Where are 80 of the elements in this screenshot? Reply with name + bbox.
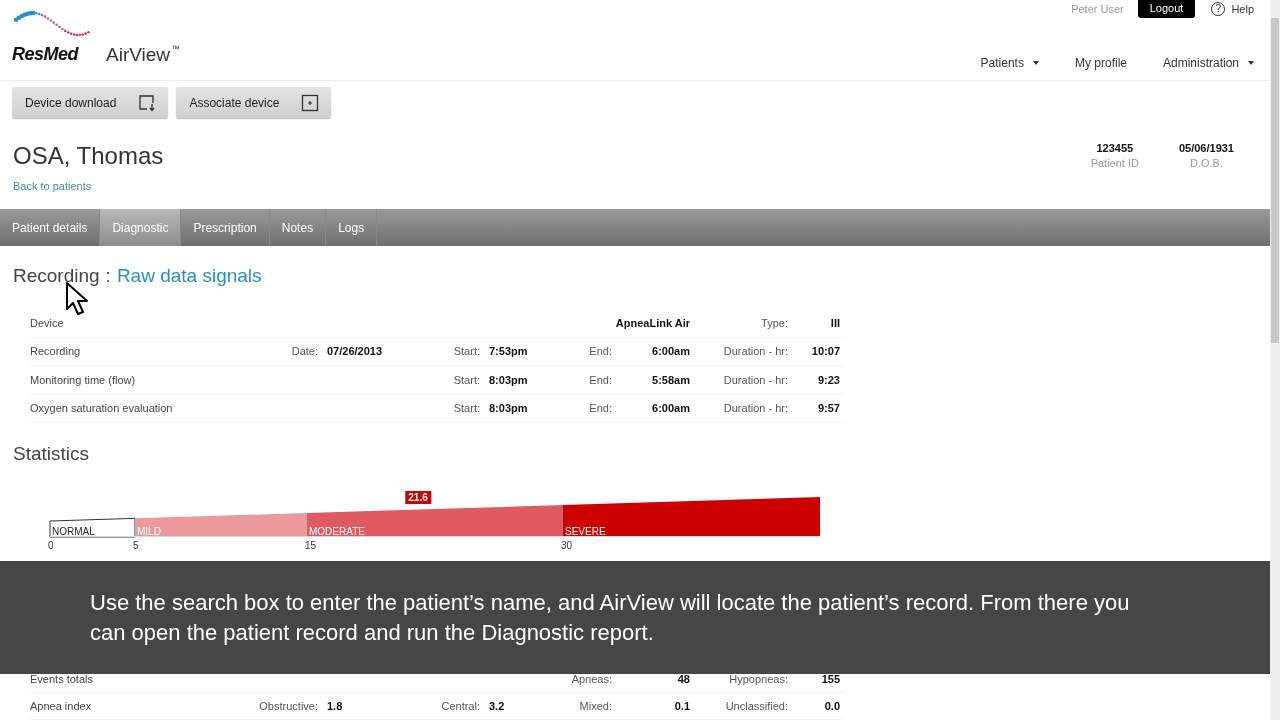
- field-label: Apneas:: [570, 673, 612, 685]
- field-value: 07/26/2013: [327, 345, 383, 358]
- field-label: Date:: [290, 345, 318, 358]
- separator-text: :: [105, 265, 111, 287]
- patient-name: OSA, Thomas: [13, 142, 164, 170]
- action-button[interactable]: Device download: [12, 87, 169, 118]
- field-value: 9:57: [817, 402, 840, 415]
- field-label: Obstructive:: [258, 700, 318, 712]
- band-label: MILD: [137, 526, 161, 537]
- scrollbar[interactable]: [1270, 0, 1280, 720]
- row-label: Device: [30, 316, 65, 329]
- field-value: 0.1: [674, 700, 690, 712]
- caret-icon[interactable]: [1032, 61, 1039, 65]
- field-value: ApneaLink Air: [615, 316, 690, 329]
- row-label: Oxygen saturation evaluation: [30, 402, 174, 415]
- action-button[interactable]: Associate device: [176, 87, 332, 118]
- band-label: MODERATE: [309, 526, 365, 537]
- field-value: 7:53pm: [489, 345, 528, 358]
- field-value: 8:03pm: [489, 373, 528, 386]
- plus-box-icon: [301, 93, 320, 112]
- fact-value: 05/06/1931: [1178, 142, 1234, 154]
- field-value: III: [830, 316, 840, 329]
- scale-tick: 5: [133, 540, 139, 551]
- nav-menu-item[interactable]: Administration: [1162, 56, 1239, 70]
- section-title: Recording: [13, 265, 100, 287]
- fact-value: 123455: [1096, 142, 1134, 154]
- field-value: 0.0: [824, 700, 840, 712]
- brand-logo: ResMed: [12, 44, 79, 65]
- field-value: 5:58am: [652, 373, 690, 386]
- tab[interactable]: Prescription: [181, 209, 270, 246]
- field-value: 6:00am: [652, 345, 690, 358]
- row-label: Monitoring time (flow): [30, 373, 137, 386]
- section-title: Statistics: [13, 443, 91, 465]
- tab[interactable]: Logs: [326, 209, 378, 246]
- field-value: 155: [821, 673, 840, 685]
- download-icon: [138, 93, 157, 112]
- product-name: AirView: [106, 44, 171, 66]
- field-value: 8:03pm: [489, 402, 528, 415]
- field-label: Duration - hr:: [722, 373, 788, 386]
- band-label: SEVERE: [565, 526, 606, 537]
- field-label: Duration - hr:: [722, 402, 788, 415]
- field-label: Start:: [452, 402, 480, 415]
- band-label: NORMAL: [52, 526, 95, 537]
- row-label: Events totals: [30, 673, 94, 685]
- nav-menu-item[interactable]: Patients: [980, 56, 1024, 70]
- help-link[interactable]: Help: [1231, 3, 1254, 15]
- field-label: Unclassified:: [724, 700, 788, 712]
- field-value: 1.8: [327, 700, 343, 712]
- back-to-patients-link[interactable]: Back to patients: [13, 180, 92, 192]
- field-label: Central:: [440, 700, 480, 712]
- nav-menu-item[interactable]: My profile: [1074, 56, 1127, 70]
- field-value: 6:00am: [652, 402, 690, 415]
- field-value: 9:23: [817, 373, 840, 386]
- fact-label: D.O.B.: [1189, 157, 1223, 169]
- logout-button[interactable]: Logout: [1137, 0, 1196, 18]
- field-label: Start:: [452, 345, 480, 358]
- field-label: End:: [588, 373, 612, 386]
- field-label: Hypopneas:: [728, 673, 788, 685]
- row-label: Apnea index: [30, 700, 93, 712]
- scale-tick: 15: [305, 540, 317, 551]
- field-label: End:: [588, 345, 612, 358]
- raw-data-signals-link[interactable]: Raw data signals: [116, 265, 262, 287]
- fact-label: Patient ID: [1090, 157, 1139, 169]
- user-name: Peter User: [1071, 3, 1124, 15]
- score-marker: 21.6: [405, 491, 431, 504]
- scale-tick: 30: [561, 540, 573, 551]
- row-label: Recording: [30, 345, 82, 358]
- tab[interactable]: Notes: [269, 209, 327, 246]
- field-label: End:: [588, 402, 612, 415]
- field-value: 10:07: [811, 345, 840, 358]
- field-label: Mixed:: [578, 700, 612, 712]
- field-label: Duration - hr:: [722, 345, 788, 358]
- trademark-sign: ™: [171, 44, 181, 54]
- scale-tick: 0: [48, 540, 54, 551]
- field-label: Start:: [452, 373, 480, 386]
- caret-icon[interactable]: [1248, 61, 1254, 65]
- field-label: Type:: [760, 316, 788, 329]
- field-value: 48: [677, 673, 690, 685]
- video-caption: Use the search box to enter the patient’s name, and AirView will locate the patient’s record. From there you can open the patient record and run the Diagnostic report.: [0, 561, 1270, 674]
- field-value: 3.2: [489, 700, 505, 712]
